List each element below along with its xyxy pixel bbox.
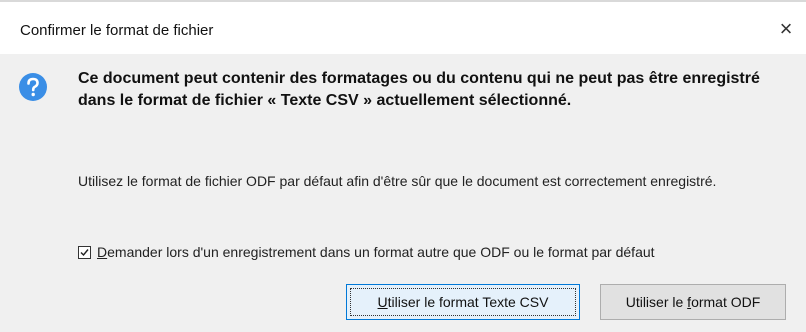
checkbox-label: Demander lors d'un enregistrement dans u…: [97, 244, 655, 260]
dialog-body: Ce document peut contenir des formatages…: [0, 54, 806, 332]
question-icon: [19, 73, 47, 101]
use-csv-format-button[interactable]: Utiliser le format Texte CSV: [346, 284, 580, 320]
focus-ring: [350, 288, 576, 316]
primary-message: Ce document peut contenir des formatages…: [78, 70, 760, 109]
use-odf-format-button[interactable]: Utiliser le format ODF: [600, 284, 786, 320]
secondary-message: Utilisez le format de fichier ODF par dé…: [78, 173, 717, 189]
check-icon: [80, 248, 89, 256]
dialog-title: Confirmer le format de fichier: [20, 22, 214, 39]
use-odf-format-label: Utiliser le format ODF: [625, 294, 761, 310]
ask-format-checkbox[interactable]: [78, 245, 91, 259]
dialog-titlebar: Confirmer le format de fichier ×: [0, 0, 806, 54]
ask-format-checkbox-row[interactable]: Demander lors d'un enregistrement dans u…: [78, 242, 655, 262]
close-button[interactable]: ×: [772, 16, 800, 42]
close-icon: ×: [779, 16, 793, 41]
save-format-dialog: Confirmer le format de fichier × Ce docu…: [0, 0, 806, 332]
